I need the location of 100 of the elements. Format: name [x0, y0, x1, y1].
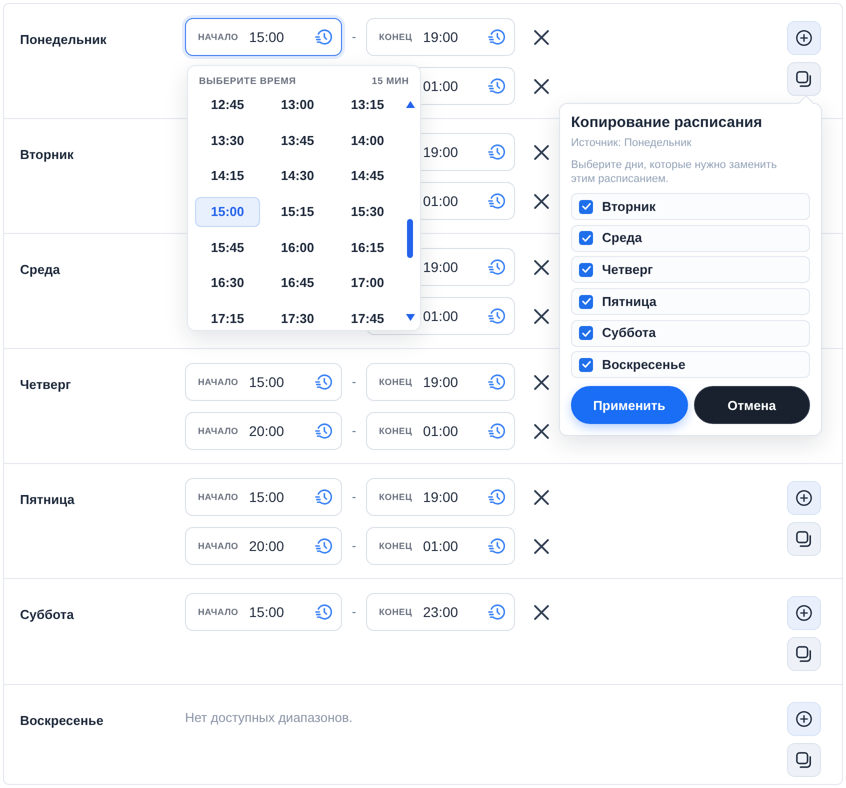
start-time-field[interactable]: НАЧАЛО 15:00: [185, 363, 342, 401]
plus-circle-icon: [796, 711, 812, 727]
start-time-field[interactable]: НАЧАЛО 20:00: [185, 412, 342, 450]
time-value: 15:00: [249, 28, 284, 46]
range-separator: -: [352, 489, 356, 505]
time-value: 01:00: [423, 307, 458, 325]
day-option-label: Воскресенье: [602, 356, 686, 373]
add-range-button[interactable]: [787, 702, 821, 736]
end-time-field[interactable]: КОНЕЦ 19:00: [366, 18, 515, 56]
copy-schedule-button[interactable]: [787, 637, 821, 671]
field-label: НАЧАЛО: [198, 491, 238, 503]
end-time-field[interactable]: КОНЕЦ 19:00: [366, 478, 515, 516]
close-icon: [534, 30, 548, 44]
check-icon: [582, 330, 590, 337]
caret-up-icon[interactable]: [406, 101, 414, 108]
time-value: 20:00: [249, 537, 284, 555]
day-option-label: Вторник: [602, 198, 656, 214]
start-time-field[interactable]: НАЧАЛО 15:00: [185, 593, 342, 631]
day-option-label: Суббота: [602, 325, 656, 342]
field-label: НАЧАЛО: [198, 606, 238, 618]
day-option[interactable]: Воскресенье: [571, 351, 810, 378]
checkbox[interactable]: [579, 358, 593, 372]
checkbox[interactable]: [579, 326, 593, 340]
checkbox[interactable]: [579, 294, 593, 309]
add-range-button[interactable]: [787, 481, 821, 515]
start-time-field[interactable]: НАЧАЛО 15:00: [185, 478, 342, 516]
check-icon: [582, 234, 590, 242]
copy-schedule-button[interactable]: [787, 743, 821, 777]
day-option[interactable]: Суббота: [571, 320, 810, 347]
time-value: 19:00: [423, 258, 458, 276]
day-option[interactable]: Среда: [571, 224, 810, 252]
remove-range-button[interactable]: [532, 373, 550, 391]
add-range-button[interactable]: [787, 596, 821, 630]
remove-range-button[interactable]: [532, 28, 550, 46]
time-picker-title: ВЫБЕРИТЕ ВРЕМЯ: [199, 76, 296, 88]
field-label: НАЧАЛО: [198, 376, 238, 388]
clock-icon: [488, 538, 505, 554]
cancel-button[interactable]: Отмена: [694, 386, 810, 424]
remove-range-button[interactable]: [532, 488, 550, 506]
time-value: 15:00: [249, 603, 284, 621]
checkbox[interactable]: [579, 231, 593, 246]
remove-range-button[interactable]: [532, 258, 550, 276]
start-time-field[interactable]: НАЧАЛО 20:00: [185, 527, 342, 565]
remove-range-button[interactable]: [532, 77, 550, 95]
clock-icon: [315, 374, 332, 390]
field-label: НАЧАЛО: [198, 540, 238, 552]
remove-range-button[interactable]: [532, 537, 550, 555]
close-icon: [534, 424, 548, 438]
copy-schedule-button[interactable]: [787, 522, 821, 556]
day-label: Четверг: [20, 377, 71, 392]
plus-circle-icon: [796, 30, 812, 46]
copy-icon: [796, 531, 812, 547]
add-range-button[interactable]: [787, 21, 821, 55]
copy-schedule-button[interactable]: [787, 62, 821, 96]
end-time-field[interactable]: КОНЕЦ 19:00: [366, 363, 515, 401]
apply-button[interactable]: Применить: [571, 386, 688, 424]
remove-range-button[interactable]: [532, 143, 550, 161]
time-value: 01:00: [423, 192, 458, 210]
range-separator: -: [352, 604, 356, 620]
day-label: Понедельник: [20, 32, 106, 47]
range-separator: -: [352, 374, 356, 390]
field-label: НАЧАЛО: [198, 425, 238, 437]
time-value: 23:00: [423, 603, 458, 621]
field-label: НАЧАЛО: [198, 31, 238, 43]
day-option[interactable]: Четверг: [571, 256, 810, 284]
checkbox[interactable]: [579, 262, 593, 277]
start-time-field[interactable]: НАЧАЛО 15:00: [185, 18, 342, 56]
copy-icon: [796, 752, 812, 768]
day-option[interactable]: Вторник: [571, 193, 810, 220]
empty-message: Нет доступных диапазонов.: [185, 710, 354, 726]
end-time-field[interactable]: КОНЕЦ 23:00: [366, 593, 515, 631]
day-label: Среда: [20, 262, 60, 277]
day-option-label: Пятница: [602, 294, 657, 310]
remove-range-button[interactable]: [532, 422, 550, 440]
clock-icon: [315, 29, 332, 45]
end-time-field[interactable]: КОНЕЦ 01:00: [366, 527, 515, 565]
remove-range-button[interactable]: [532, 307, 550, 325]
clock-icon: [488, 29, 505, 45]
check-icon: [582, 298, 590, 306]
remove-range-button[interactable]: [532, 603, 550, 621]
close-icon: [534, 260, 548, 274]
close-icon: [534, 490, 548, 504]
field-label: КОНЕЦ: [379, 540, 412, 552]
remove-range-button[interactable]: [532, 192, 550, 210]
end-time-field[interactable]: КОНЕЦ 01:00: [366, 412, 515, 450]
copy-icon: [796, 646, 812, 662]
range-separator: -: [352, 423, 356, 439]
caret-down-icon[interactable]: [406, 314, 414, 321]
checkbox[interactable]: [579, 200, 593, 214]
day-label: Воскресенье: [20, 713, 104, 728]
clock-icon: [315, 489, 332, 505]
time-option[interactable]: 15:00: [195, 197, 260, 228]
day-option[interactable]: Пятница: [571, 288, 810, 316]
clock-icon: [488, 78, 505, 94]
clock-icon: [488, 374, 505, 390]
clock-icon: [315, 423, 332, 439]
scrollbar-thumb[interactable]: [407, 219, 413, 258]
time-value: 19:00: [423, 28, 458, 46]
close-icon: [534, 604, 548, 620]
close-icon: [534, 308, 548, 324]
